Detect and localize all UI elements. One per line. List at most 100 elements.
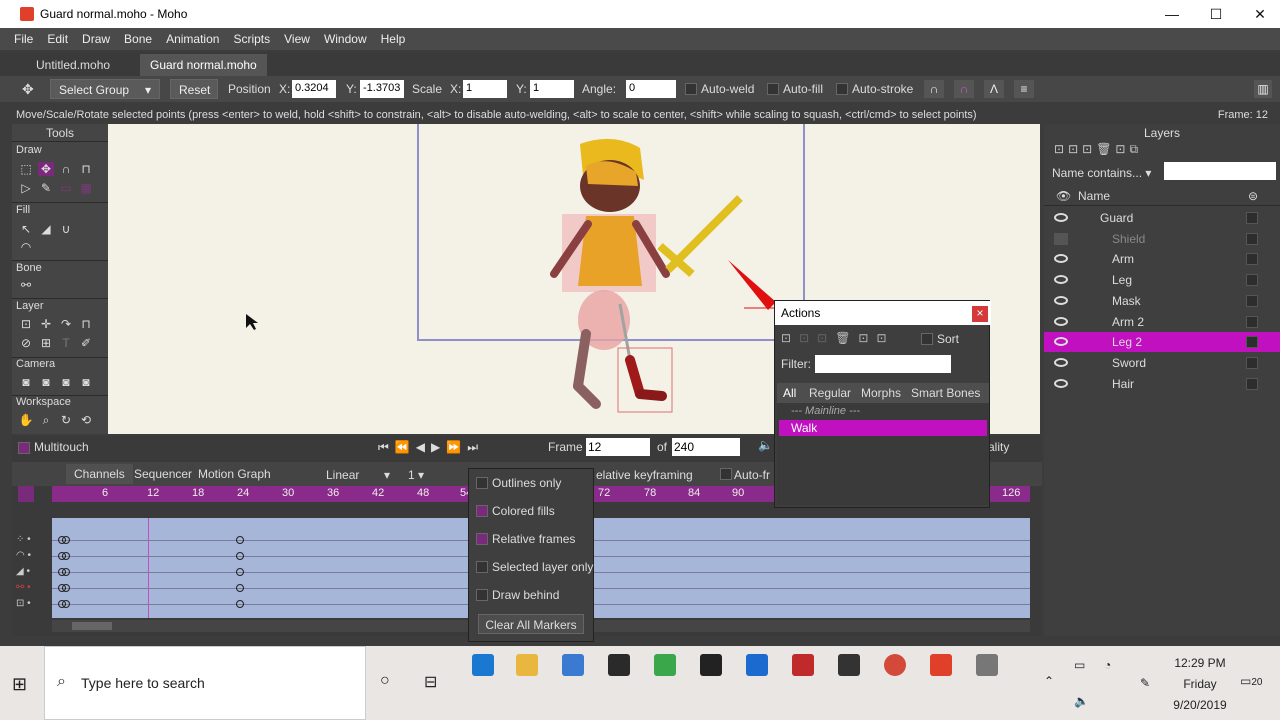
keyframe-marker[interactable] xyxy=(62,584,70,592)
volume-icon[interactable]: 🔈 xyxy=(758,438,773,452)
keyframe-marker[interactable] xyxy=(62,536,70,544)
curvature-icon[interactable]: ∩ xyxy=(58,162,74,176)
close-button[interactable]: ✕ xyxy=(1238,0,1280,28)
layer-lock-box[interactable] xyxy=(1246,232,1258,245)
export-action-icon[interactable]: ⊡ xyxy=(876,331,894,345)
sort-checkbox[interactable] xyxy=(921,333,933,345)
pan-tilt-camera-icon[interactable]: ◙ xyxy=(78,375,94,389)
maximize-button[interactable]: ☐ xyxy=(1194,0,1238,28)
add-point-icon[interactable]: ▷ xyxy=(18,181,34,195)
keyframe-marker[interactable] xyxy=(236,584,244,592)
keyframe-marker[interactable] xyxy=(236,568,244,576)
duplicate-action-icon[interactable]: ⊡ xyxy=(799,331,817,345)
pan-hand-icon[interactable]: ✋ xyxy=(18,413,34,427)
volume-tray-icon[interactable]: 🔈 xyxy=(1074,694,1089,708)
visibility-eye-icon[interactable] xyxy=(1054,337,1068,347)
zoom-icon[interactable]: ⌕ xyxy=(38,413,54,427)
tab-sequencer[interactable]: Sequencer xyxy=(130,464,196,484)
layer-channel-icon[interactable]: ⊡ • xyxy=(16,596,46,612)
copy-layer-icon[interactable]: ⊡ xyxy=(1082,142,1096,156)
file-explorer-icon[interactable] xyxy=(516,654,538,676)
actions-filter-input[interactable] xyxy=(815,355,951,373)
visibility-eye-icon[interactable] xyxy=(1054,213,1068,222)
visibility-eye-icon[interactable] xyxy=(1054,378,1068,388)
actions-close-button[interactable]: × xyxy=(972,306,988,322)
freehand-icon[interactable]: ✎ xyxy=(38,181,54,195)
group-layer-icon[interactable]: ⧉ xyxy=(1129,142,1142,156)
layer-lock-box[interactable] xyxy=(1246,274,1258,287)
layer-row-leg-2[interactable]: Leg 2 xyxy=(1044,332,1280,353)
copy-action-icon[interactable]: ⊡ xyxy=(817,331,835,345)
key-filter-icon[interactable] xyxy=(18,486,34,502)
text-icon[interactable]: T xyxy=(58,336,74,350)
t-app-icon[interactable] xyxy=(792,654,814,676)
clock-date[interactable]: 9/20/2019 xyxy=(1166,698,1234,712)
rotate-layer-icon[interactable]: ↷ xyxy=(58,317,74,331)
layer-lock-box[interactable] xyxy=(1246,253,1258,266)
step-back-icon[interactable]: ⏪ xyxy=(395,440,416,454)
edge-icon[interactable] xyxy=(472,654,494,676)
auto-weld-checkbox[interactable] xyxy=(685,83,697,95)
delete-edge-icon[interactable]: ∪ xyxy=(58,222,74,236)
keyframe-marker[interactable] xyxy=(236,552,244,560)
rotate-workspace-icon[interactable]: ↻ xyxy=(58,413,74,427)
prev-frame-icon[interactable]: ◀ xyxy=(416,440,431,454)
layer-filter-dropdown[interactable]: Name contains... ▾ xyxy=(1050,164,1156,182)
layer-lock-box[interactable] xyxy=(1246,315,1258,328)
frame-field[interactable]: 12 xyxy=(586,438,650,456)
transform-points-icon[interactable]: ✥ xyxy=(38,162,54,176)
total-frames-field[interactable]: 240 xyxy=(672,438,740,456)
tab-channels[interactable]: Channels xyxy=(66,464,133,484)
delete-action-icon[interactable]: 🗑 xyxy=(835,331,858,345)
menu-edit[interactable]: Edit xyxy=(47,32,68,46)
keyframe-marker[interactable] xyxy=(236,536,244,544)
points-channel-icon[interactable]: ⁘ • xyxy=(16,532,46,548)
shear-layer-icon[interactable]: ⊞ xyxy=(38,336,54,350)
rewind-icon[interactable]: ⏮ xyxy=(378,440,395,454)
menu-animation[interactable]: Animation xyxy=(166,32,219,46)
chrome-icon[interactable] xyxy=(884,654,906,676)
flip-layer-icon[interactable]: ⊘ xyxy=(18,336,34,350)
menu-scripts[interactable]: Scripts xyxy=(233,32,270,46)
layer-row-guard[interactable]: Guard xyxy=(1044,208,1280,228)
home-icon[interactable] xyxy=(608,654,630,676)
keyframe-marker[interactable] xyxy=(62,552,70,560)
windows-start-icon[interactable]: ⊞ xyxy=(12,674,27,695)
keyframe-marker[interactable] xyxy=(62,568,70,576)
layer-filter-input[interactable] xyxy=(1164,162,1276,180)
action-walk[interactable]: Walk xyxy=(779,420,987,436)
notification-icon[interactable]: ▭20 xyxy=(1240,674,1262,688)
scale-layer-icon[interactable]: ⊓ xyxy=(78,317,94,331)
name-header[interactable]: Name xyxy=(1078,189,1110,203)
popup-checkbox[interactable] xyxy=(476,561,488,573)
taskbar-search[interactable]: ⌕ Type here to search xyxy=(44,646,366,720)
pen-icon[interactable]: ✎ xyxy=(1140,676,1150,690)
angle-field[interactable]: 0 xyxy=(626,80,676,98)
new-layer-icon[interactable]: ⊡ xyxy=(1054,142,1068,156)
visibility-eye-icon[interactable] xyxy=(1054,275,1068,285)
shape-icon[interactable]: ▭ xyxy=(58,181,74,195)
set-origin-icon[interactable]: ⊡ xyxy=(18,317,34,331)
layer-lock-box[interactable] xyxy=(1246,377,1258,390)
peak-icon[interactable]: Λ xyxy=(984,80,1004,98)
popup-checkbox[interactable] xyxy=(476,477,488,489)
moho-taskbar-icon[interactable] xyxy=(930,654,952,676)
position-x-field[interactable]: 0.3204 xyxy=(292,80,336,98)
visibility-eye-icon[interactable] xyxy=(1054,295,1068,305)
tab-guard-normal[interactable]: Guard normal.moho xyxy=(140,54,267,76)
menu-help[interactable]: Help xyxy=(381,32,406,46)
position-y-field[interactable]: -1.3703 xyxy=(360,80,404,98)
visibility-eye-icon[interactable] xyxy=(1054,316,1068,326)
fill-channel-icon[interactable]: ◢ • xyxy=(16,564,46,580)
layer-row-sword[interactable]: Sword xyxy=(1044,353,1280,373)
menu-window[interactable]: Window xyxy=(324,32,367,46)
layer-lock-box[interactable] xyxy=(1246,212,1258,224)
magnet-icon[interactable]: ⊓ xyxy=(78,162,94,176)
scale-y-field[interactable]: 1 xyxy=(530,80,574,98)
cortana-icon[interactable]: ○ xyxy=(380,672,390,690)
popup-checkbox[interactable] xyxy=(476,589,488,601)
roll-camera-icon[interactable]: ◙ xyxy=(58,375,74,389)
duplicate-layer-icon[interactable]: ⊡ xyxy=(1068,142,1082,156)
select-points-icon[interactable]: ⬚ xyxy=(18,162,34,176)
layer-row-mask[interactable]: Mask xyxy=(1044,291,1280,311)
